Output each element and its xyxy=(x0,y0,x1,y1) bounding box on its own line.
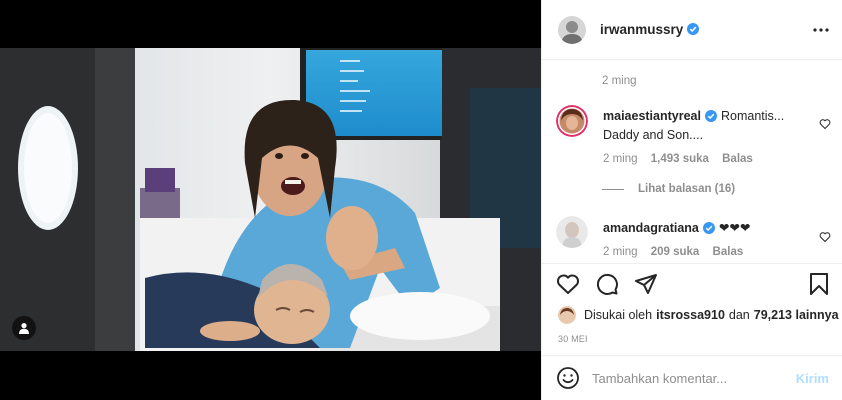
comment-content-line1: Romantis... xyxy=(720,109,785,123)
action-icons xyxy=(556,272,673,296)
comment-like-button[interactable] xyxy=(819,117,831,130)
avatar-image xyxy=(558,15,586,44)
post-side-panel: irwanmussry 2 ming maiaestiantyreal Roma… xyxy=(541,0,842,400)
comment-meta: 2 ming 1,493 suka Balas xyxy=(603,153,763,165)
caption-time: 2 ming xyxy=(602,75,637,87)
commenter-username[interactable]: amandagratiana xyxy=(603,221,699,235)
post-date[interactable]: 30 MEI xyxy=(558,334,588,344)
comment-likes[interactable]: 209 suka xyxy=(651,246,700,258)
photo-illustration xyxy=(0,48,541,351)
like-button[interactable] xyxy=(556,272,580,296)
comment-text: amandagratiana ❤❤❤ xyxy=(603,220,798,239)
commenter-avatar[interactable] xyxy=(556,105,588,137)
smile-icon xyxy=(557,367,579,389)
comment-likes[interactable]: 1,493 suka xyxy=(651,153,709,165)
tagged-users-button[interactable] xyxy=(12,316,36,340)
comment-meta: 2 ming 209 suka Balas xyxy=(603,246,753,258)
comment-button[interactable] xyxy=(595,272,619,296)
author-username[interactable]: irwanmussry xyxy=(600,22,683,37)
user-icon xyxy=(19,323,29,334)
comment-icon xyxy=(596,273,618,295)
comment-time: 2 ming xyxy=(603,153,638,165)
comment-content-line1: ❤❤❤ xyxy=(718,221,751,235)
reply-button[interactable]: Balas xyxy=(722,153,753,165)
post-header: irwanmussry xyxy=(542,0,842,60)
verified-badge-icon xyxy=(704,110,717,127)
author-avatar[interactable] xyxy=(558,15,586,44)
comment-item: maiaestiantyreal Romantis... Daddy and So… xyxy=(556,105,831,195)
comment-text: maiaestiantyreal Romantis... Daddy and So… xyxy=(603,108,798,144)
liked-by-prefix: Disukai oleh xyxy=(584,308,653,322)
more-options-button[interactable] xyxy=(813,22,829,38)
liked-by-others[interactable]: 79,213 lainnya xyxy=(754,308,839,322)
avatar-image xyxy=(556,216,588,248)
comment-composer: Kirim xyxy=(542,355,842,400)
heart-icon xyxy=(819,119,831,130)
send-icon xyxy=(635,274,657,294)
commenter-username[interactable]: maiaestiantyreal xyxy=(603,109,701,123)
verified-badge-icon xyxy=(687,22,700,38)
liked-by-user[interactable]: itsrossa910 xyxy=(656,308,725,322)
emoji-button[interactable] xyxy=(556,366,580,390)
comment-content-line2: Daddy and Son.... xyxy=(603,128,704,142)
comments-list[interactable]: 2 ming maiaestiantyreal Romantis... Daddy… xyxy=(542,61,842,263)
comment-like-button[interactable] xyxy=(819,230,831,243)
more-horizontal-icon xyxy=(813,28,829,32)
replies-divider xyxy=(602,188,624,190)
comment-time: 2 ming xyxy=(603,246,638,258)
heart-icon xyxy=(819,232,831,243)
comment-input[interactable] xyxy=(592,370,782,386)
liked-by-connector: dan xyxy=(728,308,750,322)
heart-icon xyxy=(556,274,580,294)
liked-by-summary: Disukai oleh itsrossa910 dan 79,213 lain… xyxy=(558,306,842,324)
commenter-avatar[interactable] xyxy=(556,216,588,248)
view-replies-button[interactable]: Lihat balasan (16) xyxy=(602,183,735,195)
avatar-image xyxy=(556,105,588,137)
verified-badge-icon xyxy=(702,222,715,239)
post-actions: Disukai oleh itsrossa910 dan 79,213 lain… xyxy=(542,263,842,344)
post-media[interactable] xyxy=(0,0,541,400)
liker-avatar[interactable] xyxy=(558,306,576,324)
bookmark-icon xyxy=(810,273,828,295)
post-photo[interactable] xyxy=(0,48,541,351)
save-button[interactable] xyxy=(807,272,831,296)
post-comment-button[interactable]: Kirim xyxy=(796,371,829,386)
comment-item: amandagratiana ❤❤❤ 2 ming 209 suka Balas xyxy=(556,216,831,263)
avatar-image xyxy=(558,306,576,324)
reply-button[interactable]: Balas xyxy=(713,246,744,258)
share-button[interactable] xyxy=(634,272,658,296)
